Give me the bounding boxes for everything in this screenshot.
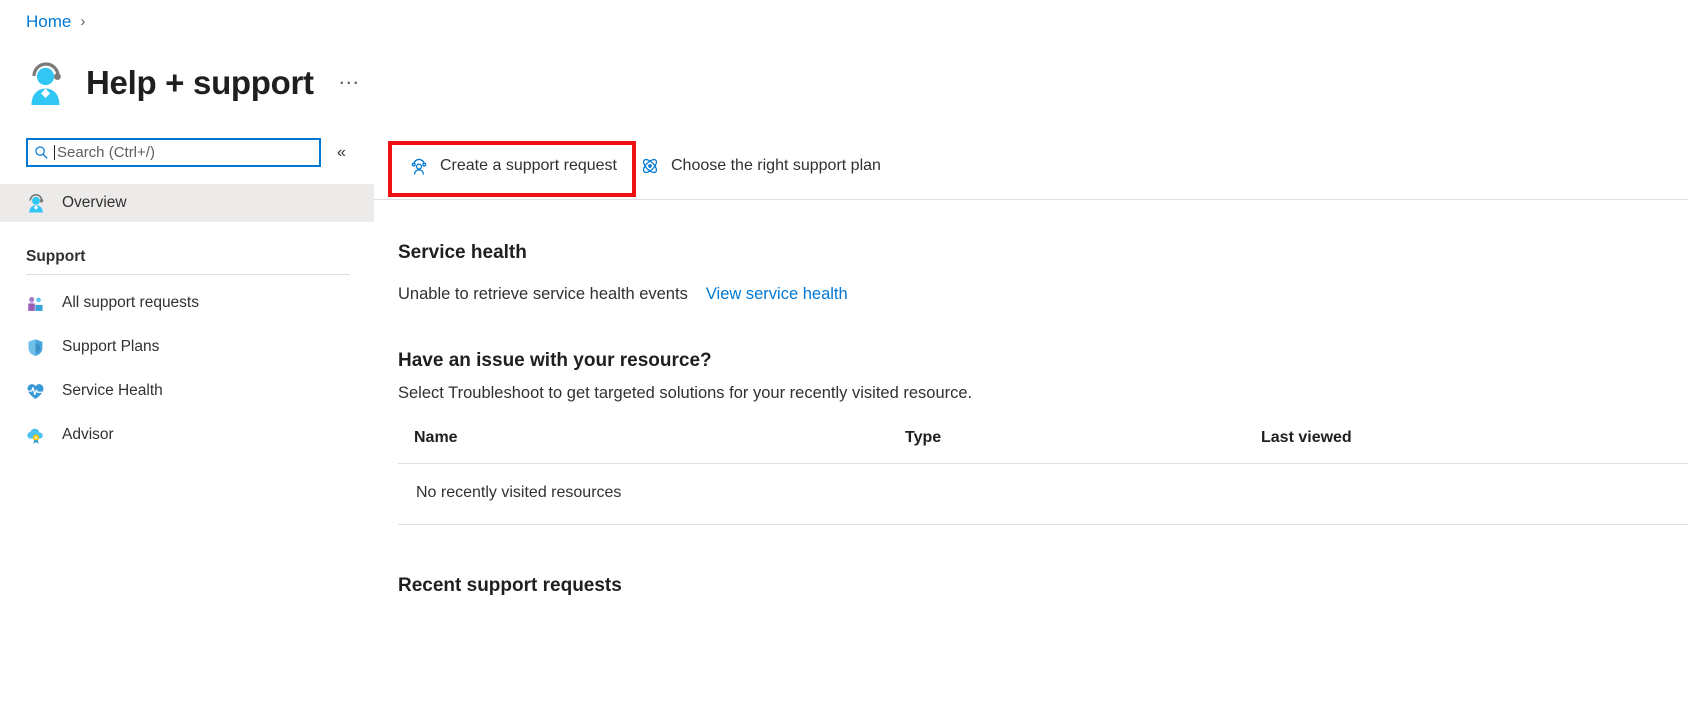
view-service-health-link[interactable]: View service health (706, 285, 848, 304)
sidebar-item-label: Advisor (62, 426, 114, 443)
recent-support-requests-section: Recent support requests (398, 525, 1688, 597)
service-health-section: Service health Unable to retrieve servic… (398, 200, 1688, 304)
sidebar-divider (26, 274, 350, 275)
command-bar-item-label: Create a support request (440, 157, 617, 174)
heart-pulse-icon (26, 381, 52, 401)
sidebar-item-support-plans[interactable]: Support Plans (0, 325, 374, 369)
column-header-last-viewed[interactable]: Last viewed (1245, 429, 1688, 464)
table-empty-message: No recently visited resources (398, 463, 1688, 525)
support-person-icon (24, 60, 68, 106)
sidebar-item-overview[interactable]: Overview (0, 184, 374, 222)
resource-issue-heading: Have an issue with your resource? (398, 350, 712, 371)
resource-issue-section: Have an issue with your resource? Select… (398, 304, 1688, 525)
sidebar-group-title-support: Support (26, 248, 86, 265)
main-content: Service health Unable to retrieve servic… (374, 200, 1688, 705)
column-header-name[interactable]: Name (398, 429, 889, 464)
command-bar-item-label: Choose the right support plan (671, 157, 881, 174)
service-health-status-row: Unable to retrieve service health events… (398, 285, 1688, 304)
page-title: Help + support (86, 64, 314, 101)
sidebar: Search (Ctrl+/) « Overview Support All s… (0, 132, 374, 705)
resource-issue-subtitle: Select Troubleshoot to get targeted solu… (398, 384, 973, 402)
shield-icon (26, 337, 52, 357)
create-support-request-icon (408, 155, 430, 177)
command-bar: Create a support request Choose the righ… (374, 132, 1688, 200)
column-header-type[interactable]: Type (889, 429, 1245, 464)
breadcrumb: Home › (26, 12, 85, 32)
recently-visited-resources-table: Name Type Last viewed No recently visite… (398, 429, 1688, 525)
more-options-button[interactable]: … (338, 66, 362, 95)
breadcrumb-home-link[interactable]: Home (26, 12, 71, 32)
sidebar-search-row: Search (Ctrl+/) « (0, 132, 374, 167)
collapse-sidebar-button[interactable]: « (337, 144, 346, 161)
sidebar-item-label: Support Plans (62, 338, 160, 355)
table-row: No recently visited resources (398, 463, 1688, 525)
sidebar-item-label: Overview (62, 194, 127, 211)
search-input[interactable]: Search (Ctrl+/) (26, 138, 321, 167)
table-header-row: Name Type Last viewed (398, 429, 1688, 464)
sidebar-nav-list: All support requests Support Plans Servi… (0, 281, 374, 457)
service-health-heading: Service health (398, 242, 527, 263)
create-support-request-button[interactable]: Create a support request (398, 146, 629, 186)
support-person-icon (26, 193, 52, 213)
service-health-status-text: Unable to retrieve service health events (398, 285, 688, 303)
support-plan-atom-icon (639, 155, 661, 177)
search-icon (28, 145, 54, 160)
sidebar-item-advisor[interactable]: Advisor (0, 413, 374, 457)
sidebar-item-service-health[interactable]: Service Health (0, 369, 374, 413)
choose-support-plan-button[interactable]: Choose the right support plan (629, 146, 893, 186)
advisor-cloud-icon (26, 425, 52, 445)
chevron-right-icon: › (80, 13, 86, 30)
sidebar-item-all-support-requests[interactable]: All support requests (0, 281, 374, 325)
sidebar-item-label: Service Health (62, 382, 163, 399)
sidebar-item-label: All support requests (62, 294, 199, 311)
page-header: Help + support … (24, 50, 362, 116)
recent-support-requests-heading: Recent support requests (398, 575, 622, 596)
search-placeholder: Search (Ctrl+/) (57, 144, 155, 161)
support-requests-icon (26, 293, 52, 313)
